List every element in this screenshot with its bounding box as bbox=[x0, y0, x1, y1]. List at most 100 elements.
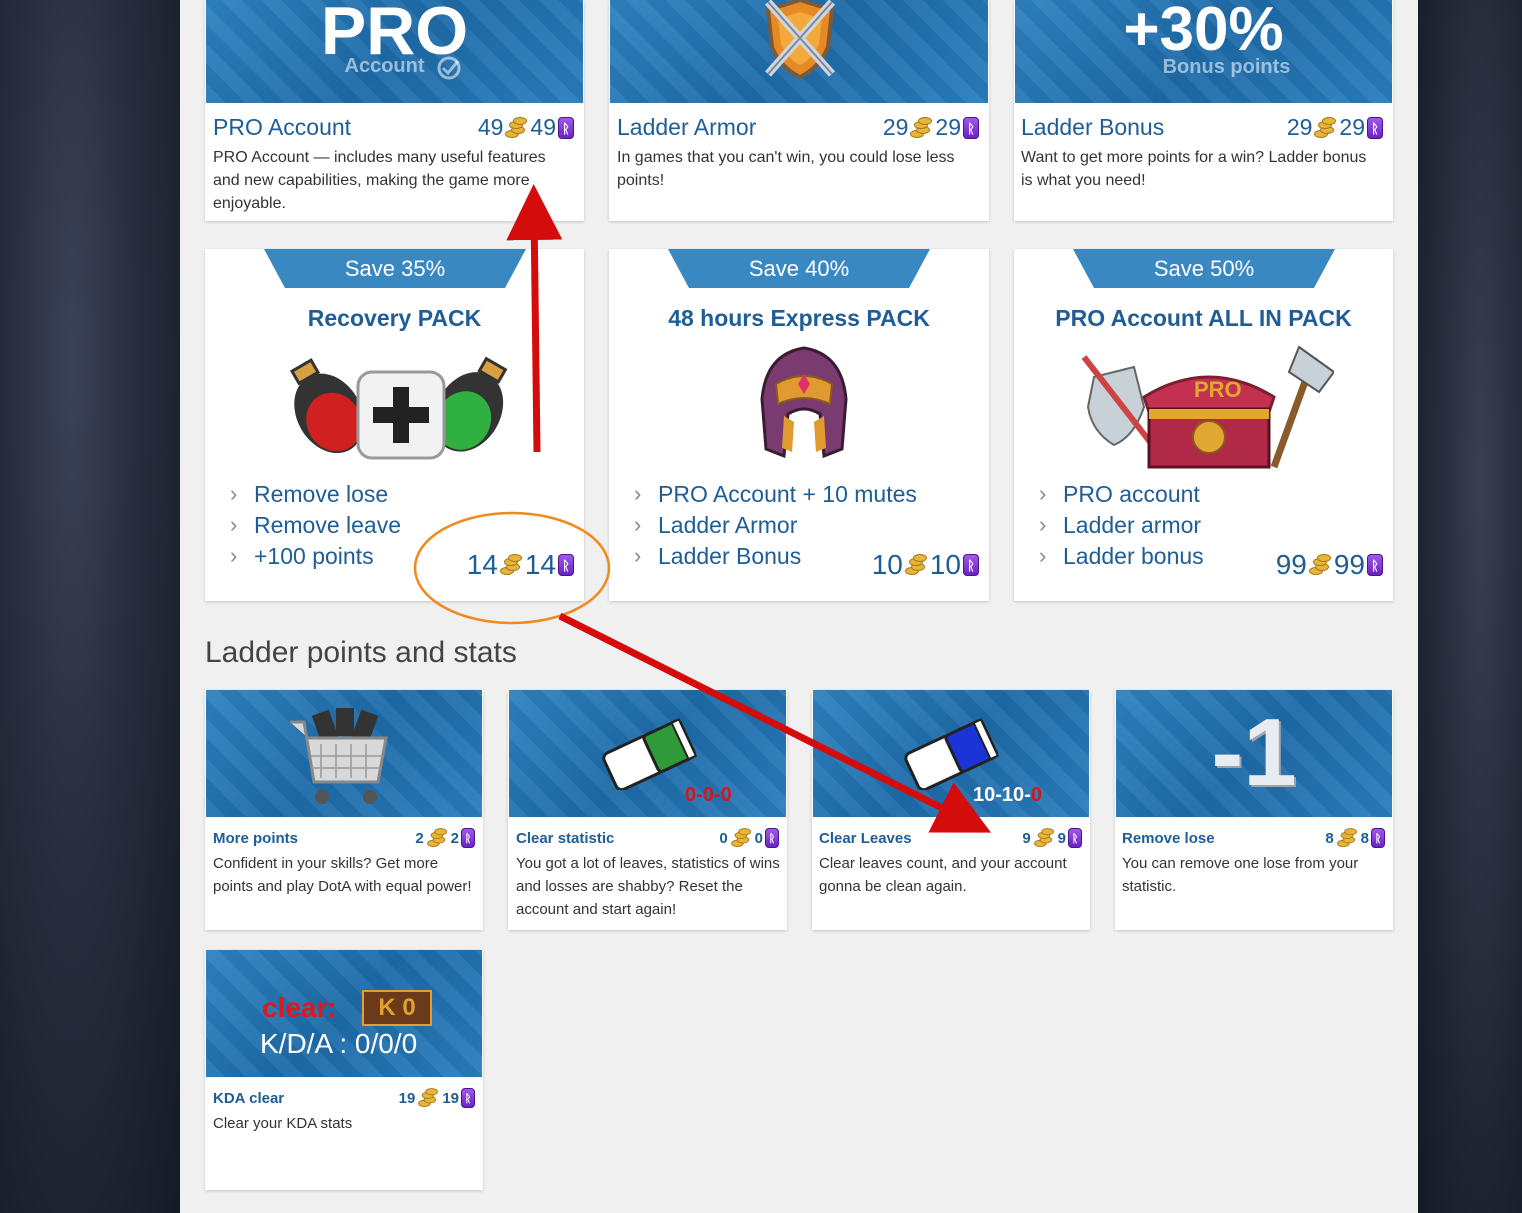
gold-price: 99 bbox=[1275, 549, 1307, 580]
pack-title[interactable]: Recovery PACK bbox=[205, 305, 584, 332]
chest-weapons-icon: PRO bbox=[1081, 345, 1334, 469]
card-clear-statistic[interactable]: 0-0-0 Clear statistic 0 0 ᚱ You got a lo… bbox=[508, 690, 787, 930]
banner-clear-leaves: 10-10-0 bbox=[813, 690, 1089, 817]
gold-price: 10 bbox=[871, 549, 903, 580]
pack-item: PRO account bbox=[1039, 478, 1204, 510]
gold-price: 19 bbox=[398, 1089, 416, 1107]
cart-icon bbox=[290, 708, 388, 804]
gold-price: 49 bbox=[477, 114, 504, 140]
rune-icon: ᚱ bbox=[558, 554, 574, 576]
card-more-points[interactable]: More points 2 2 ᚱ Confident in your skil… bbox=[205, 690, 483, 930]
eraser-green-icon bbox=[602, 718, 698, 790]
product-description: Want to get more points for a win? Ladde… bbox=[1021, 149, 1367, 189]
check-circle-icon bbox=[437, 56, 461, 80]
pack-price: 99 99 ᚱ bbox=[1276, 549, 1383, 581]
section-title: Ladder points and stats bbox=[205, 636, 517, 669]
card-ladder-armor[interactable]: Ladder Armor 29 29 ᚱ In games that you c… bbox=[609, 0, 989, 221]
banner-subtitle: Account bbox=[344, 55, 425, 77]
gold-price: 14 bbox=[466, 549, 498, 580]
banner-k-box: K 0 bbox=[362, 990, 432, 1026]
pack-recovery[interactable]: Save 35% Recovery PACK Remove lose Remov… bbox=[205, 249, 584, 601]
rune-price: 2 bbox=[450, 829, 459, 847]
rune-price: 8 bbox=[1360, 829, 1369, 847]
banner-pro-account: PRO Account bbox=[206, 0, 583, 103]
rune-price: 9 bbox=[1057, 829, 1066, 847]
gold-coins-icon bbox=[505, 116, 528, 139]
pack-item: +100 points bbox=[230, 540, 401, 572]
product-name[interactable]: Clear statistic bbox=[516, 830, 614, 847]
product-description: In games that you can't win, you could l… bbox=[617, 149, 955, 189]
pack-item: Remove leave bbox=[230, 509, 401, 541]
product-description: You can remove one lose from your statis… bbox=[1122, 855, 1359, 895]
banner-score: 0-0-0 bbox=[685, 784, 732, 806]
gold-coins-icon bbox=[426, 828, 447, 848]
pack-all-in[interactable]: Save 50% PRO Account ALL IN PACK PRO PRO… bbox=[1014, 249, 1393, 601]
pack-item: Ladder armor bbox=[1039, 509, 1204, 541]
gold-price: 0 bbox=[719, 829, 728, 847]
gold-price: 8 bbox=[1325, 829, 1334, 847]
product-description: Clear leaves count, and your account gon… bbox=[819, 855, 1067, 895]
pack-title[interactable]: 48 hours Express PACK bbox=[609, 305, 989, 332]
product-name[interactable]: Remove lose bbox=[1122, 830, 1215, 847]
rune-icon: ᚱ bbox=[963, 554, 979, 576]
save-ribbon: Save 50% bbox=[1073, 249, 1335, 288]
gold-price: 29 bbox=[1286, 114, 1313, 140]
rune-icon: ᚱ bbox=[1068, 828, 1082, 848]
banner-clear-statistic: 0-0-0 bbox=[509, 690, 786, 817]
rune-icon: ᚱ bbox=[963, 116, 979, 139]
save-ribbon: Save 35% bbox=[264, 249, 526, 288]
pack-items: PRO account Ladder armor Ladder bonus bbox=[1039, 478, 1204, 572]
product-name[interactable]: Ladder Bonus bbox=[1021, 114, 1164, 141]
rune-icon: ᚱ bbox=[765, 828, 779, 848]
pack-item: Ladder bonus bbox=[1039, 540, 1204, 572]
product-name[interactable]: KDA clear bbox=[213, 1090, 284, 1107]
gold-price: 2 bbox=[415, 829, 424, 847]
product-price: 0 0 ᚱ bbox=[719, 827, 779, 849]
product-price: 29 29 ᚱ bbox=[1287, 114, 1383, 141]
card-ladder-bonus[interactable]: +30% Bonus points Ladder Bonus 29 29 ᚱ W… bbox=[1014, 0, 1393, 221]
rune-icon: ᚱ bbox=[1367, 554, 1383, 576]
card-remove-lose[interactable]: -1 Remove lose 8 8 ᚱ You can remove one … bbox=[1115, 690, 1393, 930]
rune-price: 10 bbox=[929, 549, 961, 580]
rune-icon: ᚱ bbox=[461, 1088, 475, 1108]
banner-kda-text: K/D/A : 0/0/0 bbox=[260, 1028, 418, 1059]
rune-price: 99 bbox=[1333, 549, 1365, 580]
product-description: Confident in your skills? Get more point… bbox=[213, 855, 472, 895]
gold-coins-icon bbox=[1033, 828, 1054, 848]
eraser-blue-icon bbox=[904, 718, 1000, 790]
pack-price: 10 10 ᚱ bbox=[872, 549, 979, 581]
product-name[interactable]: Clear Leaves bbox=[819, 830, 912, 847]
svg-text:PRO: PRO bbox=[1194, 377, 1242, 402]
rune-icon: ᚱ bbox=[461, 828, 475, 848]
pack-price: 14 14 ᚱ bbox=[467, 549, 574, 581]
card-pro-account[interactable]: PRO Account PRO Account 49 49 ᚱ PRO Acco… bbox=[205, 0, 584, 221]
gold-price: 29 bbox=[882, 114, 909, 140]
pack-item: PRO Account + 10 mutes bbox=[634, 478, 917, 510]
card-kda-clear[interactable]: clear: K 0 K/D/A : 0/0/0 KDA clear 19 19… bbox=[205, 950, 483, 1190]
shop-content: PRO Account PRO Account 49 49 ᚱ PRO Acco… bbox=[180, 0, 1418, 1213]
pack-item: Remove lose bbox=[230, 478, 401, 510]
pack-item: Ladder Armor bbox=[634, 509, 917, 541]
gold-coins-icon bbox=[499, 554, 522, 576]
gold-coins-icon bbox=[1314, 116, 1337, 139]
gold-coins-icon bbox=[1336, 828, 1357, 848]
gold-coins-icon bbox=[730, 828, 751, 848]
pack-express[interactable]: Save 40% 48 hours Express PACK PRO Accou… bbox=[609, 249, 989, 601]
banner-kda-clear: clear: K 0 K/D/A : 0/0/0 bbox=[206, 950, 482, 1077]
rune-price: 49 bbox=[530, 114, 556, 140]
banner-more-points bbox=[206, 690, 482, 817]
product-price: 19 19 ᚱ bbox=[399, 1087, 475, 1109]
card-clear-leaves[interactable]: 10-10-0 Clear Leaves 9 9 ᚱ Clear leaves … bbox=[812, 690, 1090, 930]
rune-price: 29 bbox=[1339, 114, 1365, 140]
rune-price: 19 bbox=[442, 1089, 459, 1107]
pack-title[interactable]: PRO Account ALL IN PACK bbox=[1014, 305, 1393, 332]
product-name[interactable]: PRO Account bbox=[213, 114, 351, 141]
potions-plus-icon bbox=[290, 356, 508, 460]
banner-ladder-bonus: +30% Bonus points bbox=[1015, 0, 1392, 103]
product-name[interactable]: Ladder Armor bbox=[617, 114, 756, 141]
save-ribbon: Save 40% bbox=[668, 249, 930, 288]
helmet-icon bbox=[760, 346, 848, 459]
gold-coins-icon bbox=[1308, 554, 1331, 576]
banner-ladder-armor bbox=[610, 0, 988, 103]
product-name[interactable]: More points bbox=[213, 830, 298, 847]
